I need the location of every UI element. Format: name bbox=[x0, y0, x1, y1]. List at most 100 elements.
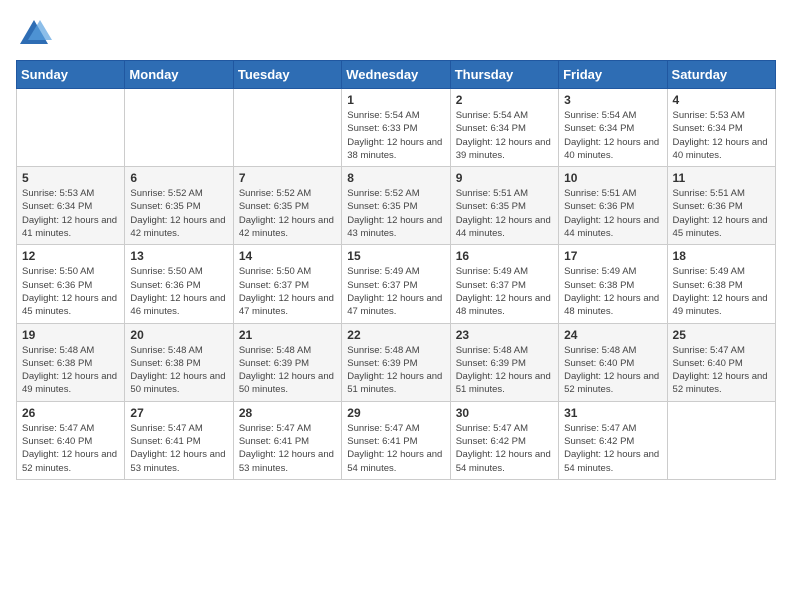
day-info: Sunrise: 5:50 AM Sunset: 6:37 PM Dayligh… bbox=[239, 265, 336, 318]
day-number: 20 bbox=[130, 328, 227, 342]
day-info: Sunrise: 5:47 AM Sunset: 6:40 PM Dayligh… bbox=[22, 422, 119, 475]
day-number: 5 bbox=[22, 171, 119, 185]
day-number: 18 bbox=[673, 249, 770, 263]
logo bbox=[16, 16, 56, 52]
day-info: Sunrise: 5:48 AM Sunset: 6:39 PM Dayligh… bbox=[347, 344, 444, 397]
calendar-cell: 18 Sunrise: 5:49 AM Sunset: 6:38 PM Dayli… bbox=[667, 245, 775, 323]
day-number: 29 bbox=[347, 406, 444, 420]
day-info: Sunrise: 5:52 AM Sunset: 6:35 PM Dayligh… bbox=[239, 187, 336, 240]
weekday-header-thursday: Thursday bbox=[450, 61, 558, 89]
day-info: Sunrise: 5:49 AM Sunset: 6:38 PM Dayligh… bbox=[564, 265, 661, 318]
calendar-cell: 1Sunrise: 5:54 AM Sunset: 6:33 PM Daylig… bbox=[342, 89, 450, 167]
calendar-cell: 17 Sunrise: 5:49 AM Sunset: 6:38 PM Dayli… bbox=[559, 245, 667, 323]
day-info: Sunrise: 5:48 AM Sunset: 6:39 PM Dayligh… bbox=[239, 344, 336, 397]
day-number: 2 bbox=[456, 93, 553, 107]
day-info: Sunrise: 5:49 AM Sunset: 6:37 PM Dayligh… bbox=[347, 265, 444, 318]
day-number: 30 bbox=[456, 406, 553, 420]
calendar-cell: 16 Sunrise: 5:49 AM Sunset: 6:37 PM Dayli… bbox=[450, 245, 558, 323]
weekday-header-wednesday: Wednesday bbox=[342, 61, 450, 89]
day-info: Sunrise: 5:52 AM Sunset: 6:35 PM Dayligh… bbox=[347, 187, 444, 240]
day-info: Sunrise: 5:47 AM Sunset: 6:41 PM Dayligh… bbox=[130, 422, 227, 475]
calendar-cell: 9 Sunrise: 5:51 AM Sunset: 6:35 PM Daylig… bbox=[450, 167, 558, 245]
day-number: 22 bbox=[347, 328, 444, 342]
calendar-week-row: 12Sunrise: 5:50 AM Sunset: 6:36 PM Dayli… bbox=[17, 245, 776, 323]
logo-icon bbox=[16, 16, 52, 52]
day-info: Sunrise: 5:47 AM Sunset: 6:42 PM Dayligh… bbox=[564, 422, 661, 475]
day-info: Sunrise: 5:47 AM Sunset: 6:42 PM Dayligh… bbox=[456, 422, 553, 475]
weekday-header-friday: Friday bbox=[559, 61, 667, 89]
weekday-header-tuesday: Tuesday bbox=[233, 61, 341, 89]
calendar-cell: 3Sunrise: 5:54 AM Sunset: 6:34 PM Daylig… bbox=[559, 89, 667, 167]
calendar-cell bbox=[233, 89, 341, 167]
calendar-cell: 31 Sunrise: 5:47 AM Sunset: 6:42 PM Dayli… bbox=[559, 401, 667, 479]
day-info: Sunrise: 5:48 AM Sunset: 6:38 PM Dayligh… bbox=[22, 344, 119, 397]
calendar-cell: 21 Sunrise: 5:48 AM Sunset: 6:39 PM Dayli… bbox=[233, 323, 341, 401]
calendar-cell: 11Sunrise: 5:51 AM Sunset: 6:36 PM Dayli… bbox=[667, 167, 775, 245]
day-info: Sunrise: 5:51 AM Sunset: 6:36 PM Dayligh… bbox=[673, 187, 770, 240]
calendar-week-row: 5 Sunrise: 5:53 AM Sunset: 6:34 PM Daylig… bbox=[17, 167, 776, 245]
calendar-cell: 8Sunrise: 5:52 AM Sunset: 6:35 PM Daylig… bbox=[342, 167, 450, 245]
day-info: Sunrise: 5:48 AM Sunset: 6:40 PM Dayligh… bbox=[564, 344, 661, 397]
day-info: Sunrise: 5:54 AM Sunset: 6:34 PM Dayligh… bbox=[456, 109, 553, 162]
calendar-cell: 2 Sunrise: 5:54 AM Sunset: 6:34 PM Daylig… bbox=[450, 89, 558, 167]
calendar-cell: 12Sunrise: 5:50 AM Sunset: 6:36 PM Dayli… bbox=[17, 245, 125, 323]
day-number: 19 bbox=[22, 328, 119, 342]
day-info: Sunrise: 5:49 AM Sunset: 6:37 PM Dayligh… bbox=[456, 265, 553, 318]
day-number: 27 bbox=[130, 406, 227, 420]
calendar-cell: 22 Sunrise: 5:48 AM Sunset: 6:39 PM Dayli… bbox=[342, 323, 450, 401]
calendar-cell bbox=[667, 401, 775, 479]
day-info: Sunrise: 5:53 AM Sunset: 6:34 PM Dayligh… bbox=[22, 187, 119, 240]
day-info: Sunrise: 5:49 AM Sunset: 6:38 PM Dayligh… bbox=[673, 265, 770, 318]
calendar-week-row: 26 Sunrise: 5:47 AM Sunset: 6:40 PM Dayli… bbox=[17, 401, 776, 479]
calendar-table: SundayMondayTuesdayWednesdayThursdayFrid… bbox=[16, 60, 776, 480]
day-number: 31 bbox=[564, 406, 661, 420]
day-number: 21 bbox=[239, 328, 336, 342]
day-info: Sunrise: 5:50 AM Sunset: 6:36 PM Dayligh… bbox=[130, 265, 227, 318]
day-number: 25 bbox=[673, 328, 770, 342]
calendar-cell: 30 Sunrise: 5:47 AM Sunset: 6:42 PM Dayli… bbox=[450, 401, 558, 479]
calendar-cell: 23 Sunrise: 5:48 AM Sunset: 6:39 PM Dayli… bbox=[450, 323, 558, 401]
calendar-cell: 10 Sunrise: 5:51 AM Sunset: 6:36 PM Dayli… bbox=[559, 167, 667, 245]
calendar-body: 1Sunrise: 5:54 AM Sunset: 6:33 PM Daylig… bbox=[17, 89, 776, 480]
day-info: Sunrise: 5:51 AM Sunset: 6:35 PM Dayligh… bbox=[456, 187, 553, 240]
calendar-cell: 29 Sunrise: 5:47 AM Sunset: 6:41 PM Dayli… bbox=[342, 401, 450, 479]
day-number: 16 bbox=[456, 249, 553, 263]
day-number: 26 bbox=[22, 406, 119, 420]
calendar-cell bbox=[17, 89, 125, 167]
calendar-cell: 7 Sunrise: 5:52 AM Sunset: 6:35 PM Daylig… bbox=[233, 167, 341, 245]
calendar-cell: 24 Sunrise: 5:48 AM Sunset: 6:40 PM Dayli… bbox=[559, 323, 667, 401]
day-number: 17 bbox=[564, 249, 661, 263]
calendar-cell: 28 Sunrise: 5:47 AM Sunset: 6:41 PM Dayli… bbox=[233, 401, 341, 479]
day-info: Sunrise: 5:54 AM Sunset: 6:34 PM Dayligh… bbox=[564, 109, 661, 162]
day-info: Sunrise: 5:52 AM Sunset: 6:35 PM Dayligh… bbox=[130, 187, 227, 240]
day-info: Sunrise: 5:48 AM Sunset: 6:39 PM Dayligh… bbox=[456, 344, 553, 397]
calendar-cell: 6 Sunrise: 5:52 AM Sunset: 6:35 PM Daylig… bbox=[125, 167, 233, 245]
calendar-week-row: 1Sunrise: 5:54 AM Sunset: 6:33 PM Daylig… bbox=[17, 89, 776, 167]
day-number: 28 bbox=[239, 406, 336, 420]
day-number: 10 bbox=[564, 171, 661, 185]
day-number: 6 bbox=[130, 171, 227, 185]
day-number: 1 bbox=[347, 93, 444, 107]
calendar-cell: 13 Sunrise: 5:50 AM Sunset: 6:36 PM Dayli… bbox=[125, 245, 233, 323]
day-number: 15 bbox=[347, 249, 444, 263]
calendar-header: SundayMondayTuesdayWednesdayThursdayFrid… bbox=[17, 61, 776, 89]
page-header bbox=[16, 16, 776, 52]
calendar-cell: 25 Sunrise: 5:47 AM Sunset: 6:40 PM Dayli… bbox=[667, 323, 775, 401]
day-number: 24 bbox=[564, 328, 661, 342]
weekday-header-saturday: Saturday bbox=[667, 61, 775, 89]
calendar-cell: 4Sunrise: 5:53 AM Sunset: 6:34 PM Daylig… bbox=[667, 89, 775, 167]
day-info: Sunrise: 5:47 AM Sunset: 6:40 PM Dayligh… bbox=[673, 344, 770, 397]
day-number: 7 bbox=[239, 171, 336, 185]
day-info: Sunrise: 5:51 AM Sunset: 6:36 PM Dayligh… bbox=[564, 187, 661, 240]
day-info: Sunrise: 5:47 AM Sunset: 6:41 PM Dayligh… bbox=[239, 422, 336, 475]
day-number: 13 bbox=[130, 249, 227, 263]
calendar-cell: 14Sunrise: 5:50 AM Sunset: 6:37 PM Dayli… bbox=[233, 245, 341, 323]
day-number: 4 bbox=[673, 93, 770, 107]
weekday-header-monday: Monday bbox=[125, 61, 233, 89]
calendar-cell: 20Sunrise: 5:48 AM Sunset: 6:38 PM Dayli… bbox=[125, 323, 233, 401]
calendar-cell: 5 Sunrise: 5:53 AM Sunset: 6:34 PM Daylig… bbox=[17, 167, 125, 245]
day-info: Sunrise: 5:47 AM Sunset: 6:41 PM Dayligh… bbox=[347, 422, 444, 475]
day-number: 9 bbox=[456, 171, 553, 185]
day-number: 23 bbox=[456, 328, 553, 342]
calendar-cell: 27 Sunrise: 5:47 AM Sunset: 6:41 PM Dayli… bbox=[125, 401, 233, 479]
